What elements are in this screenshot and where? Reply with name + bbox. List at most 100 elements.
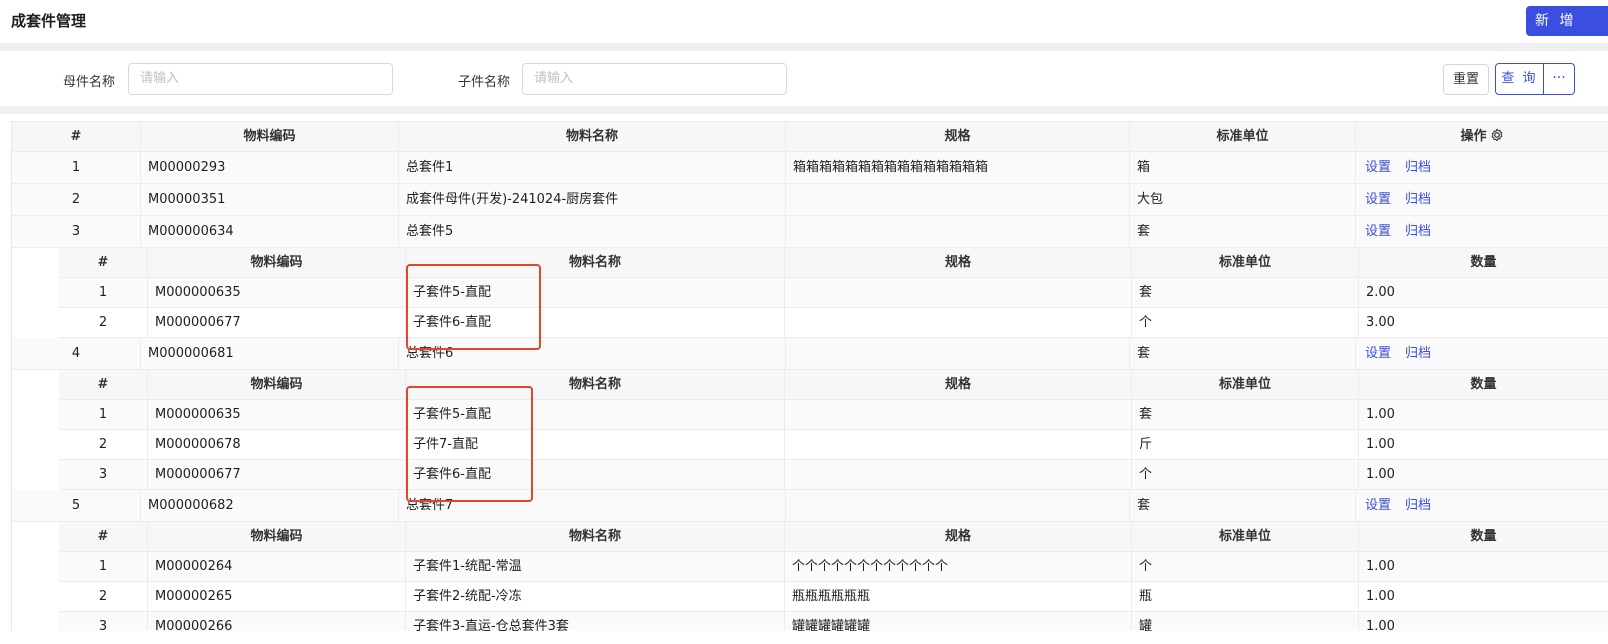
settings-link[interactable]: 设置 [1365, 224, 1391, 239]
column-header-label: 标准单位 [1216, 129, 1269, 144]
sub-table-row[interactable]: 3 M00000266 子套件3-直运-仓总套件3套 罐罐罐罐罐罐罐 1.00 [59, 612, 1608, 631]
archive-link[interactable]: 归档 [1405, 498, 1431, 513]
sub-table-header: # 物料编码 物料名称 规格 标准单位 数量 [59, 370, 1608, 400]
column-header-label: 操作 [1460, 129, 1487, 144]
archive-link[interactable]: 归档 [1405, 346, 1431, 361]
parent-name-input[interactable]: 请输入 [128, 63, 393, 95]
reset-button[interactable]: 重置 [1443, 64, 1489, 95]
unit: 个 [1132, 460, 1359, 489]
material-code: M00000264 [148, 552, 406, 581]
sub-column-header: # [59, 248, 148, 277]
material-code: M000000681 [141, 338, 399, 369]
sub-column-header: 数量 [1359, 248, 1608, 277]
sub-column-header: 物料编码 [148, 248, 406, 277]
sub-table-header: # 物料编码 物料名称 规格 标准单位 数量 [59, 522, 1608, 552]
parent-name-label: 母件名称 [63, 75, 116, 90]
sub-column-header: 规格 [785, 370, 1132, 399]
unit: 套 [1130, 490, 1356, 521]
material-code: M00000351 [141, 184, 399, 215]
material-code: M000000677 [148, 308, 406, 337]
divider [0, 43, 1608, 51]
query-button[interactable]: 查 询 [1496, 64, 1544, 94]
material-code: M000000635 [148, 400, 406, 429]
row-index: 3 [59, 612, 148, 631]
sub-table-row[interactable]: 1 M00000264 子套件1-统配-常温 个个个个个个个个个个个个个 1.00 [59, 552, 1608, 582]
spec [785, 430, 1132, 459]
column-header-label: # [70, 129, 82, 144]
divider [0, 106, 1608, 114]
table-row[interactable]: 4 M000000681 总套件6 套设置 归档 [12, 338, 1608, 370]
table-row[interactable]: 1 M00000293 总套件1 箱箱箱箱箱箱箱箱箱箱箱箱箱箱箱箱设置 归档 [12, 152, 1608, 184]
quantity: 1.00 [1359, 400, 1608, 429]
sub-column-header: 标准单位 [1132, 248, 1359, 277]
material-code: M000000634 [141, 216, 399, 247]
sub-column-header: 数量 [1359, 370, 1608, 399]
spec: 瓶瓶瓶瓶瓶瓶 [785, 582, 1132, 611]
spec [786, 216, 1130, 247]
column-header: 物料编码 [141, 122, 399, 151]
top-bar: 成套件管理 新 增 [0, 0, 1608, 43]
unit: 套 [1130, 338, 1356, 369]
row-index: 1 [59, 400, 148, 429]
unit: 箱 [1130, 152, 1356, 183]
sub-table-row[interactable]: 2 M000000677 子套件6-直配个 3.00 [59, 308, 1608, 338]
sub-column-header: 物料名称 [406, 522, 785, 551]
sub-table-row[interactable]: 3 M000000677 子套件6-直配个 1.00 [59, 460, 1608, 490]
child-name-input[interactable]: 请输入 [522, 63, 787, 95]
sub-table-row[interactable]: 1 M000000635 子套件5-直配套 1.00 [59, 400, 1608, 430]
highlight-box [406, 264, 541, 350]
row-index: 3 [59, 460, 148, 489]
settings-link[interactable]: 设置 [1365, 192, 1391, 207]
archive-link[interactable]: 归档 [1405, 192, 1431, 207]
unit: 套 [1132, 400, 1359, 429]
material-code: M000000635 [148, 278, 406, 307]
material-name: 总套件1 [399, 152, 786, 183]
actions: 设置 归档 [1356, 490, 1608, 521]
sub-table-row[interactable]: 2 M000000678 子件7-直配斤 1.00 [59, 430, 1608, 460]
spec [786, 184, 1130, 215]
actions: 设置 归档 [1356, 338, 1608, 369]
sub-column-header: 物料编码 [148, 370, 406, 399]
spec: 箱箱箱箱箱箱箱箱箱箱箱箱箱箱箱 [786, 152, 1130, 183]
settings-link[interactable]: 设置 [1365, 346, 1391, 361]
query-button-group: 查 询 ··· [1495, 63, 1575, 95]
sub-table: # 物料编码 物料名称 规格 标准单位 数量 1 M000000635 子套件5-直配套 2.00… [59, 248, 1608, 338]
column-header: 物料名称 [399, 122, 786, 151]
material-name: 成套件母件(开发)-241024-厨房套件 [399, 184, 786, 215]
highlight-box [406, 386, 533, 502]
table-row[interactable]: 2 M00000351 成套件母件(开发)-241024-厨房套件 大包 设置 归档 [12, 184, 1608, 216]
row-index: 2 [59, 582, 148, 611]
sub-table-header: # 物料编码 物料名称 规格 标准单位 数量 [59, 248, 1608, 278]
gear-icon[interactable] [1490, 124, 1504, 151]
material-name: 子套件2-统配-冷冻 [406, 582, 785, 611]
sub-column-header: 标准单位 [1132, 522, 1359, 551]
child-name-label: 子件名称 [458, 75, 511, 90]
quantity: 3.00 [1359, 308, 1608, 337]
quantity: 1.00 [1359, 582, 1608, 611]
row-index: 1 [12, 152, 141, 183]
unit: 套 [1132, 278, 1359, 307]
sub-table-row[interactable]: 1 M000000635 子套件5-直配套 2.00 [59, 278, 1608, 308]
spec [785, 278, 1132, 307]
new-button[interactable]: 新 增 [1526, 6, 1608, 36]
page-title: 成套件管理 [11, 12, 87, 30]
kit-table: # 物料编码 物料名称 规格 标准单位 操作 1 M00000293 总套件1 箱箱箱箱箱箱箱箱箱… [11, 121, 1608, 631]
settings-link[interactable]: 设置 [1365, 498, 1391, 513]
material-name: 总套件5 [399, 216, 786, 247]
row-index: 5 [12, 490, 141, 521]
sub-table-row[interactable]: 2 M00000265 子套件2-统配-冷冻 瓶瓶瓶瓶瓶瓶瓶 1.00 [59, 582, 1608, 612]
sub-column-header: 数量 [1359, 522, 1608, 551]
table-row[interactable]: 5 M000000682 总套件7 套设置 归档 [12, 490, 1608, 522]
unit: 罐 [1132, 612, 1359, 631]
archive-link[interactable]: 归档 [1405, 160, 1431, 175]
actions: 设置 归档 [1356, 184, 1608, 215]
more-options-button[interactable]: ··· [1544, 64, 1574, 94]
column-header: # [12, 122, 141, 151]
row-index: 3 [12, 216, 141, 247]
spec [785, 460, 1132, 489]
settings-link[interactable]: 设置 [1365, 160, 1391, 175]
table-row[interactable]: 3 M000000634 总套件5 套设置 归档 [12, 216, 1608, 248]
quantity: 2.00 [1359, 278, 1608, 307]
table-header: # 物料编码 物料名称 规格 标准单位 操作 [12, 122, 1608, 152]
archive-link[interactable]: 归档 [1405, 224, 1431, 239]
